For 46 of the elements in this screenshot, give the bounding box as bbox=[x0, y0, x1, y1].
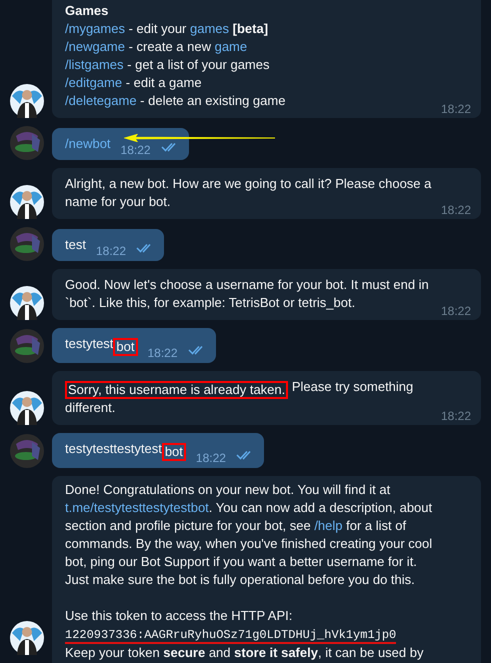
message-text: testytest bot bbox=[65, 335, 138, 356]
message-text: Sorry, this username is already taken. Please try something different. bbox=[65, 378, 414, 417]
link[interactable]: /deletegame bbox=[65, 93, 137, 108]
message-time: 18:22 bbox=[440, 408, 471, 425]
message-text: Games bbox=[65, 3, 108, 18]
link[interactable]: /editgame bbox=[65, 75, 122, 90]
message-text: /mygames - edit your games [beta] bbox=[65, 20, 270, 38]
avatar bbox=[10, 434, 44, 468]
link[interactable]: t.me/testytesttestytestbot bbox=[65, 500, 209, 515]
message-text: /deletegame - delete an existing game bbox=[65, 92, 286, 110]
message-time: 18:22 bbox=[148, 346, 178, 360]
avatar bbox=[10, 84, 44, 118]
message-time: 18:22 bbox=[440, 303, 471, 320]
token-text: 1220937336:AAGRruRyhuOSz71g0LDTDHUj_hVk1ym1jp0 bbox=[65, 628, 396, 644]
message-time: 18:22 bbox=[440, 202, 471, 219]
highlight-box: bot bbox=[162, 443, 186, 461]
link[interactable]: game bbox=[214, 39, 248, 54]
highlight-box: bot bbox=[113, 338, 138, 356]
message-time: 18:22 bbox=[96, 244, 126, 258]
avatar bbox=[10, 185, 44, 219]
message-text: Alright, a new bot. How are we going to call it? Please choose a name for your bot. bbox=[65, 176, 432, 209]
message-text: Keep your token secure and store it safely, it can be used by bbox=[65, 644, 424, 662]
message-text: Good. Now let's choose a username for your bot. It must end in `bot`. Like this, for example: TetrisBot or tetris_bot. bbox=[65, 277, 429, 310]
message-text: testytesttestytest bot bbox=[65, 440, 186, 461]
avatar bbox=[10, 391, 44, 425]
avatar bbox=[10, 227, 44, 261]
avatar bbox=[10, 126, 44, 160]
avatar bbox=[10, 621, 44, 655]
link[interactable]: /newgame bbox=[65, 39, 125, 54]
link[interactable]: /help bbox=[314, 518, 343, 533]
avatar bbox=[10, 329, 44, 363]
link[interactable]: /newbot bbox=[65, 136, 111, 151]
message-text: /editgame - edit a game bbox=[65, 74, 203, 92]
avatar bbox=[10, 286, 44, 320]
highlight-box: Sorry, this username is already taken. bbox=[65, 381, 288, 399]
link[interactable]: /listgames bbox=[65, 57, 124, 72]
message-time: 18:22 bbox=[440, 101, 471, 118]
message-text: Use this token to access the HTTP API: bbox=[65, 608, 292, 623]
message-text: /listgames - get a list of your games bbox=[65, 56, 270, 74]
link[interactable]: games bbox=[190, 21, 230, 36]
message-text: test bbox=[65, 237, 86, 252]
message-time: 18:22 bbox=[196, 451, 226, 465]
message-text: /newgame - create a new game bbox=[65, 38, 248, 56]
link[interactable]: /mygames bbox=[65, 21, 125, 36]
message-time: 18:22 bbox=[120, 143, 151, 157]
message-text: Done! Congratulations on your new bot. You will find it at t.me/testytesttestytestbot. You can now add a description, about section and profile picture for your bot, see /help for a list of commands. By the way, when you've finished creating your cool bot, ping our Bot Support if you want a better username for it. Just make sure the bot is fully operational before you do this. bbox=[65, 481, 434, 589]
